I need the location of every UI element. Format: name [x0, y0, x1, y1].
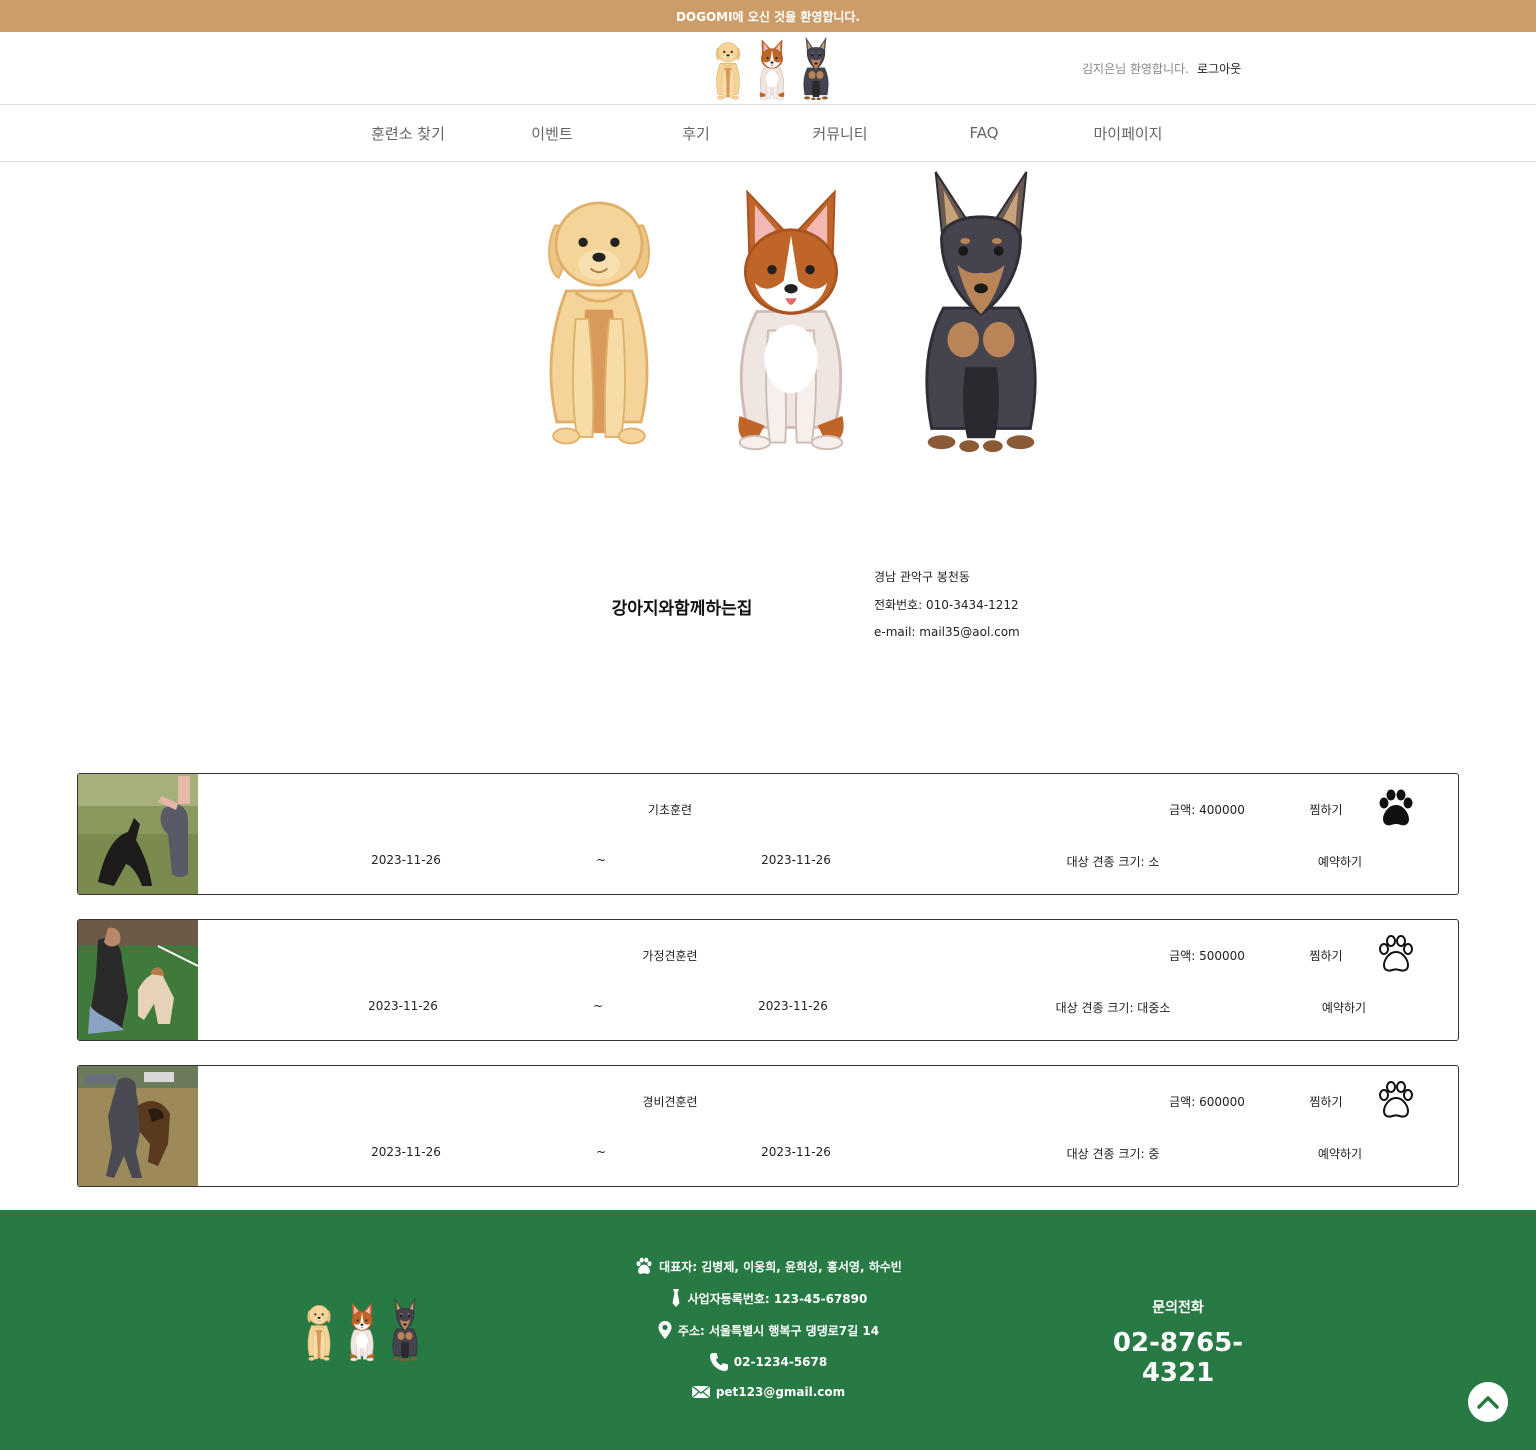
program-price: 금액: 500000 — [1169, 949, 1245, 963]
program-price: 금액: 400000 — [1169, 803, 1245, 817]
nav-item-community[interactable]: 커뮤니티 — [765, 105, 915, 161]
contact-title: 문의전화 — [1152, 1300, 1204, 1316]
program-title: 경비견훈련 — [642, 1095, 698, 1109]
header: 김지은님 환영합니다. 로그아웃 — [0, 32, 1536, 105]
program-title: 가정견훈련 — [642, 949, 698, 963]
start-date: 2023-11-26 — [371, 1145, 441, 1159]
phone-icon — [709, 1353, 728, 1371]
user-area: 김지은님 환영합니다. 로그아웃 — [1082, 60, 1241, 77]
end-date: 2023-11-26 — [758, 999, 828, 1013]
hero-dogs-image — [505, 166, 1050, 456]
date-separator: ~ — [592, 999, 604, 1013]
start-date: 2023-11-26 — [368, 999, 438, 1013]
paw-outline-icon[interactable] — [1374, 1078, 1418, 1122]
nav-item-event[interactable]: 이벤트 — [477, 105, 627, 161]
wishlist-button[interactable]: 찜하기 — [1309, 1093, 1342, 1110]
wishlist-button[interactable]: 찜하기 — [1309, 947, 1342, 964]
program-card: 가정견훈련 금액: 500000 찜하기 2023-11-26 ~ 2023-1… — [77, 919, 1459, 1041]
center-name: 강아지와함께하는집 — [611, 599, 753, 619]
contact-phone: 02-8765-4321 — [1112, 1328, 1244, 1388]
end-date: 2023-11-26 — [761, 1145, 831, 1159]
dog-training-photo — [78, 1066, 198, 1186]
footer-phone: 02-1234-5678 — [0, 1352, 1536, 1372]
tie-icon — [672, 1289, 680, 1307]
paw-filled-icon[interactable] — [1374, 786, 1418, 830]
announcement-bar: DOGOMI에 오신 것을 환영합니다. — [0, 0, 1536, 32]
mail-icon — [691, 1385, 711, 1399]
footer-business-number: 사업자등록번호: 123-45-67890 — [0, 1288, 1536, 1308]
footer-address: 주소: 서울특별시 행복구 댕댕로7길 14 — [0, 1320, 1536, 1340]
center-info: 경남 관악구 봉천동 전화번호: 010-3434-1212 e-mail: m… — [874, 564, 1020, 647]
representatives-text: 대표자: 김병제, 이웅희, 윤희성, 홍서영, 하수빈 — [659, 1259, 902, 1274]
center-email: e-mail: mail35@aol.com — [874, 625, 1020, 639]
footer-email: pet123@gmail.com — [0, 1384, 1536, 1400]
date-separator: ~ — [595, 1145, 607, 1159]
wishlist-button[interactable]: 찜하기 — [1309, 801, 1342, 818]
paw-icon — [636, 1257, 652, 1274]
reserve-button[interactable]: 예약하기 — [1318, 1145, 1362, 1162]
logout-link[interactable]: 로그아웃 — [1197, 60, 1241, 77]
target-size: 대상 견종 크기: 중 — [1066, 1147, 1160, 1161]
location-pin-icon — [658, 1321, 672, 1339]
nav-item-review[interactable]: 후기 — [621, 105, 771, 161]
dog-training-photo — [78, 920, 198, 1040]
program-title: 기초훈련 — [647, 803, 693, 817]
reserve-button[interactable]: 예약하기 — [1318, 853, 1362, 870]
three-dogs-logo[interactable] — [708, 37, 834, 101]
reserve-button[interactable]: 예약하기 — [1322, 999, 1366, 1016]
program-card: 경비견훈련 금액: 600000 찜하기 2023-11-26 ~ 2023-1… — [77, 1065, 1459, 1187]
program-card: 기초훈련 금액: 400000 찜하기 2023-11-26 ~ 2023-11… — [77, 773, 1459, 895]
address-text: 주소: 서울특별시 행복구 댕댕로7길 14 — [677, 1323, 880, 1338]
date-separator: ~ — [595, 853, 607, 867]
chevron-up-icon — [1477, 1396, 1499, 1409]
email-text: pet123@gmail.com — [715, 1385, 846, 1399]
center-phone: 전화번호: 010-3434-1212 — [874, 597, 1019, 612]
center-address: 경남 관악구 봉천동 — [874, 570, 970, 584]
scroll-top-button[interactable] — [1468, 1382, 1508, 1422]
footer-representatives: 대표자: 김병제, 이웅희, 윤희성, 홍서영, 하수빈 — [0, 1256, 1536, 1276]
phone-text: 02-1234-5678 — [733, 1355, 828, 1369]
footer: 대표자: 김병제, 이웅희, 윤희성, 홍서영, 하수빈 사업자등록번호: 12… — [0, 1210, 1536, 1450]
user-greeting: 김지은님 환영합니다. — [1082, 62, 1189, 76]
main-nav: 훈련소 찾기 이벤트 후기 커뮤니티 FAQ 마이페이지 — [0, 105, 1536, 162]
target-size: 대상 견종 크기: 대중소 — [1055, 1001, 1171, 1015]
end-date: 2023-11-26 — [761, 853, 831, 867]
target-size: 대상 견종 크기: 소 — [1066, 855, 1160, 869]
paw-outline-icon[interactable] — [1374, 932, 1418, 976]
nav-item-find-center[interactable]: 훈련소 찾기 — [333, 105, 483, 161]
announcement-text: DOGOMI에 오신 것을 환영합니다. — [675, 9, 861, 24]
business-number-text: 사업자등록번호: 123-45-67890 — [687, 1291, 868, 1306]
nav-item-faq[interactable]: FAQ — [909, 105, 1059, 161]
start-date: 2023-11-26 — [371, 853, 441, 867]
nav-item-mypage[interactable]: 마이페이지 — [1053, 105, 1203, 161]
program-price: 금액: 600000 — [1169, 1095, 1245, 1109]
dog-training-photo — [78, 774, 198, 894]
